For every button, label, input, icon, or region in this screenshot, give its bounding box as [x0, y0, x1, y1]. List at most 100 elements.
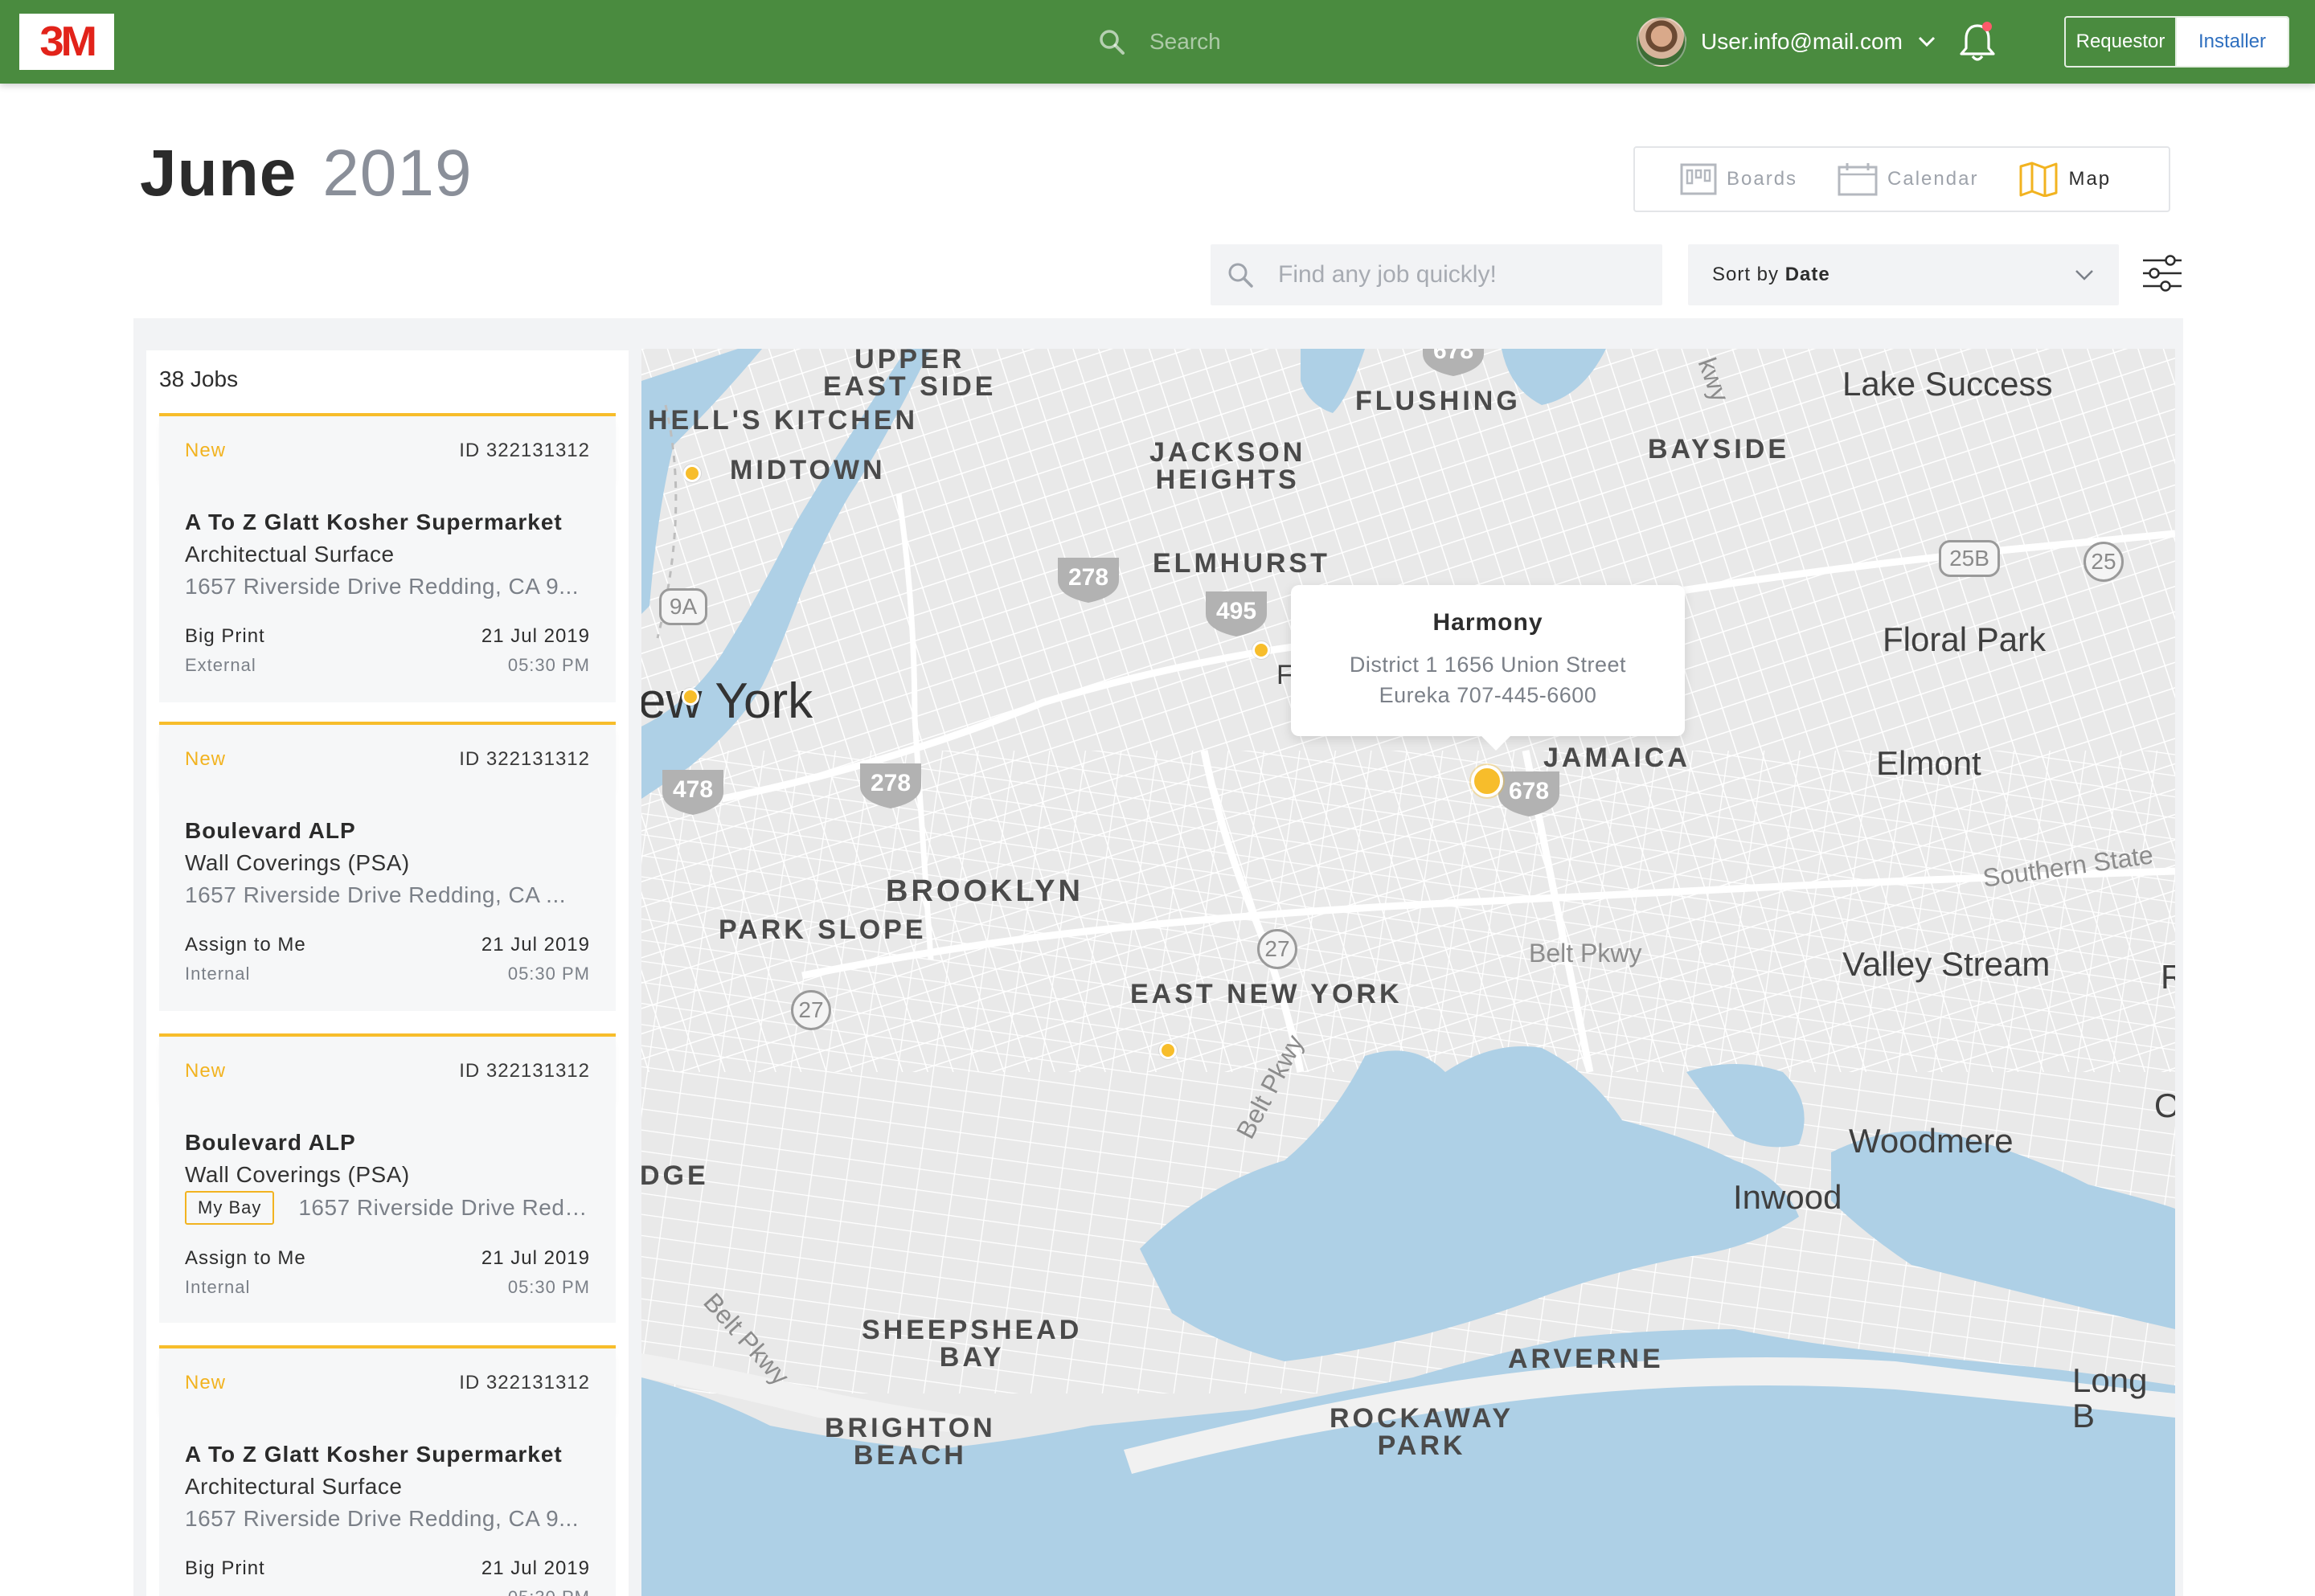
- map-label-jackson-heights: JACKSON HEIGHTS: [1149, 437, 1306, 495]
- status-badge: New: [185, 1372, 227, 1393]
- map-label-dge: DGE: [641, 1160, 709, 1191]
- map-label-brighton-beach: BRIGHTON BEACH: [825, 1413, 996, 1471]
- job-map-pin[interactable]: [1159, 1041, 1177, 1059]
- job-title: A To Z Glatt Kosher Supermarket: [185, 1442, 563, 1467]
- route-shield: 27: [1257, 929, 1297, 969]
- user-email[interactable]: User.info@mail.com: [1701, 29, 1903, 55]
- view-map-button[interactable]: Map: [2018, 162, 2111, 197]
- job-time: 05:30 PM: [507, 964, 590, 984]
- assign-to-me-link[interactable]: Assign to Me: [185, 932, 306, 958]
- map-label-brooklyn: BROOKLYN: [886, 874, 1084, 908]
- search-icon: [1100, 30, 1125, 55]
- view-switcher: Boards Calendar Map: [1633, 146, 2170, 212]
- map-road-belt-pkwy: Belt Pkwy: [1529, 939, 1642, 968]
- job-address: 1657 Riverside Drive Redding, CA 9...: [185, 1506, 580, 1531]
- avatar[interactable]: [1637, 17, 1686, 67]
- interstate-shield: 278: [857, 762, 924, 808]
- global-search[interactable]: Search: [1098, 23, 1221, 61]
- job-type: Wall Coverings (PSA): [185, 850, 410, 875]
- job-address-row: My Bay 1657 Riverside Drive Reddi...: [185, 1191, 590, 1225]
- job-map-pin[interactable]: [1252, 641, 1270, 659]
- notification-bell-icon[interactable]: [1956, 19, 1998, 64]
- role-toggle[interactable]: Requestor Installer: [2064, 16, 2289, 68]
- job-category: Big Print: [185, 625, 265, 647]
- job-search-field[interactable]: Find any job quickly!: [1211, 244, 1662, 305]
- map-label-bayside: BAYSIDE: [1648, 434, 1790, 464]
- my-bay-badge: My Bay: [185, 1191, 275, 1225]
- job-meta: Big Print External 21 Jul 2019 05:30 PM: [185, 624, 590, 678]
- job-map-pin-selected[interactable]: [1471, 765, 1503, 797]
- job-list[interactable]: 38 Jobs New ID 322131312 A To Z Glatt Ko…: [146, 350, 629, 1596]
- sort-value: Date: [1784, 264, 1830, 285]
- job-date: 21 Jul 2019: [481, 1247, 590, 1269]
- filter-settings-icon[interactable]: [2141, 252, 2183, 294]
- boards-icon: [1680, 163, 1717, 195]
- job-address: 1657 Riverside Drive Redding, CA 9...: [185, 574, 580, 599]
- route-shield: 27: [791, 990, 831, 1030]
- job-time: 05:30 PM: [508, 1585, 590, 1596]
- map-label-jamaica: JAMAICA: [1543, 743, 1690, 773]
- interstate-shield: 678: [1420, 349, 1487, 376]
- job-card-header: New ID 322131312: [159, 1033, 616, 1106]
- job-address: 1657 Riverside Drive Redding, CA ...: [185, 882, 566, 907]
- user-menu[interactable]: User.info@mail.com: [1637, 17, 1936, 67]
- job-card[interactable]: New ID 322131312 A To Z Glatt Kosher Sup…: [159, 413, 616, 702]
- global-search-input[interactable]: Search: [1149, 29, 1221, 55]
- job-card-header: New ID 322131312: [159, 1345, 616, 1418]
- brand-logo[interactable]: 3M: [19, 14, 114, 70]
- view-calendar-button[interactable]: Calendar: [1838, 162, 1978, 196]
- job-card[interactable]: New ID 322131312 Boulevard ALP Wall Cove…: [159, 1033, 616, 1323]
- interstate-shield: 678: [1495, 770, 1563, 816]
- job-map-pin[interactable]: [683, 464, 701, 482]
- job-card-header: New ID 322131312: [159, 722, 616, 794]
- route-shield: 25: [2084, 542, 2124, 582]
- job-card-body: Boulevard ALP Wall Coverings (PSA) 1657 …: [159, 794, 616, 1011]
- map-label-woodmere: Woodmere: [1849, 1122, 2014, 1160]
- map-label-midtown: MIDTOWN: [730, 455, 886, 485]
- map-label-lake-success: Lake Success: [1842, 365, 2053, 403]
- chevron-down-icon[interactable]: [1917, 35, 1936, 48]
- job-card[interactable]: New ID 322131312 A To Z Glatt Kosher Sup…: [159, 1345, 616, 1596]
- map-icon: [2019, 162, 2058, 197]
- job-id: ID 322131312: [459, 440, 590, 461]
- job-title: A To Z Glatt Kosher Supermarket: [185, 509, 563, 534]
- assign-to-me-link[interactable]: Assign to Me: [185, 1246, 306, 1271]
- map-label-rockaway-park: ROCKAWAY PARK: [1330, 1403, 1514, 1461]
- job-type: Architectural Surface: [185, 1474, 403, 1499]
- map-label-upper-east-side: UPPER EAST SIDE: [823, 349, 997, 402]
- job-date: 21 Jul 2019: [481, 934, 590, 956]
- job-date: 21 Jul 2019: [481, 1557, 590, 1579]
- job-title: Boulevard ALP: [185, 1130, 356, 1155]
- route-shield: 25B: [1939, 540, 2000, 577]
- page-title: June 2019: [140, 135, 473, 212]
- job-card-header: New ID 322131312: [159, 413, 616, 485]
- map-label-new-york: ew York: [641, 673, 813, 729]
- popup-name: Harmony: [1432, 609, 1543, 636]
- map-label-inwood: Inwood: [1733, 1178, 1842, 1216]
- job-search-input[interactable]: Find any job quickly!: [1278, 261, 1497, 289]
- job-map[interactable]: UPPER EAST SIDE HELL'S KITCHEN MIDTOWN F…: [641, 349, 2175, 1596]
- sort-label: Sort by Date: [1712, 264, 1830, 285]
- title-year: 2019: [322, 137, 473, 210]
- job-card-body: A To Z Glatt Kosher Supermarket Architec…: [159, 1418, 616, 1596]
- map-label-partial-r: R: [2161, 958, 2175, 996]
- job-card[interactable]: New ID 322131312 Boulevard ALP Wall Cove…: [159, 722, 616, 1011]
- view-boards-button[interactable]: Boards: [1680, 163, 1797, 195]
- role-requestor-button[interactable]: Requestor: [2066, 18, 2177, 66]
- job-card-body: Boulevard ALP Wall Coverings (PSA) My Ba…: [159, 1106, 616, 1323]
- job-type: Architectual Surface: [185, 542, 395, 567]
- sort-select[interactable]: Sort by Date: [1688, 244, 2119, 305]
- job-map-pin[interactable]: [682, 688, 699, 706]
- job-title: Boulevard ALP: [185, 818, 356, 843]
- role-installer-button[interactable]: Installer: [2177, 18, 2288, 66]
- job-category: Big Print: [185, 1557, 265, 1579]
- job-type: Wall Coverings (PSA): [185, 1162, 410, 1187]
- map-label-elmont: Elmont: [1876, 744, 1981, 782]
- map-popup[interactable]: Harmony District 1 1656 Union Street Eur…: [1291, 585, 1685, 751]
- popup-contact: Eureka 707-445-6600: [1379, 683, 1597, 707]
- top-bar: 3M Search User.info@mail.com Requestor I…: [0, 0, 2315, 84]
- title-month: June: [140, 137, 297, 210]
- map-label-east-new-york: EAST NEW YORK: [1130, 979, 1403, 1009]
- job-id: ID 322131312: [459, 1060, 590, 1082]
- map-label-flushing: FLUSHING: [1355, 386, 1521, 416]
